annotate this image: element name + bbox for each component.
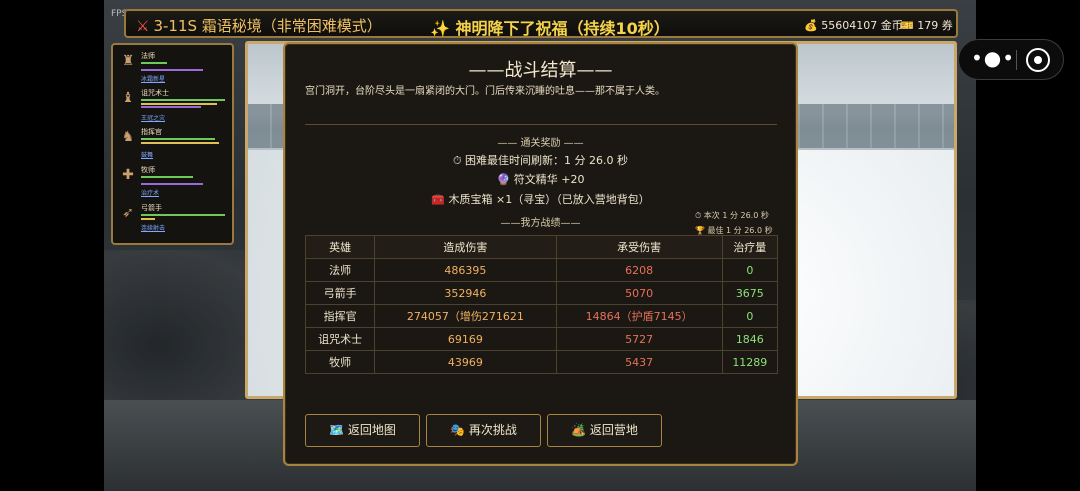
- gold-counter: 💰 55604107 金币: [804, 17, 903, 33]
- hp-bar: [141, 176, 193, 178]
- mini-program-capsule: •●•: [958, 39, 1064, 80]
- top-status-bar: ⚔ 3-11S 霜语秘境（非常困难模式） ✨ 神明降下了祝福（持续10秒） 💰 5…: [124, 9, 958, 38]
- table-row: 弓箭手 352946 5070 3675: [304, 281, 779, 305]
- battle-result-dialog: ——战斗结算—— 宫门洞开，台阶尽头是一扇紧闭的大门。门后传来沉睡的吐息——那不…: [283, 42, 798, 466]
- best-time-record: ⏱ 困难最佳时间刷新：1 分 26.0 秒: [452, 154, 629, 167]
- healing: 11289: [721, 350, 779, 374]
- capsule-divider: [1016, 50, 1017, 70]
- party-member-warlock[interactable]: ♝ 诅咒术士 王冠之灾: [117, 86, 232, 122]
- blessing-banner: ✨ 神明降下了祝福（持续10秒）: [430, 19, 670, 38]
- healing: 0: [721, 258, 779, 282]
- rune-reward: 🔮 符文精华 +20: [496, 173, 585, 186]
- stage-name: 3-11S 霜语秘境（非常困难模式）: [153, 17, 382, 35]
- member-name: 牧师: [141, 166, 155, 174]
- battle-stats-table: 英雄 造成伤害 承受伤害 治疗量 法师 486395 6208 0 弓箭手 35…: [304, 235, 779, 374]
- damage-dealt: 274057（增伤271621: [374, 304, 557, 328]
- hero-name: 指挥官: [304, 304, 376, 328]
- member-skill: 鼓舞: [141, 152, 154, 159]
- damage-taken: 5727: [555, 327, 723, 351]
- divider: [305, 124, 777, 125]
- crossed-swords-icon: ⚔: [136, 17, 150, 35]
- member-skill: 治疗术: [141, 190, 160, 197]
- party-member-archer[interactable]: ➶ 弓箭手 连续射击: [117, 201, 232, 237]
- healing: 3675: [721, 281, 779, 305]
- letterbox-left: [0, 0, 104, 491]
- ticket-icon: 🎫: [900, 19, 914, 32]
- party-panel: ♜ 法师 冰霜新星 ♝ 诅咒术士 王冠之灾 ♞ 指挥官 鼓舞 ✚ 牧师 治疗术 …: [111, 43, 234, 245]
- damage-taken: 5070: [555, 281, 723, 305]
- shield-bar: [141, 218, 155, 220]
- party-member-mage[interactable]: ♜ 法师 冰霜新星: [117, 49, 232, 85]
- mana-bar: [141, 183, 203, 185]
- member-skill: 冰霜新星: [141, 76, 166, 83]
- dialog-description: 宫门洞开，台阶尽头是一扇紧闭的大门。门后传来沉睡的吐息——那不属于人类。: [305, 86, 665, 97]
- hero-name: 法师: [304, 258, 376, 282]
- damage-dealt: 486395: [374, 258, 557, 282]
- mage-icon: ♜: [121, 53, 135, 69]
- table-row: 指挥官 274057（增伤271621 14864（护盾7145） 0: [304, 304, 779, 328]
- mana-bar: [141, 106, 201, 108]
- damage-taken: 6208: [555, 258, 723, 282]
- party-member-commander[interactable]: ♞ 指挥官 鼓舞: [117, 125, 232, 161]
- this-run-time: ⏱ 本次 1 分 26.0 秒: [695, 211, 769, 220]
- col-damage-taken: 承受伤害: [555, 235, 723, 259]
- priest-icon: ✚: [122, 167, 134, 183]
- return-camp-button[interactable]: 🏕️ 返回营地: [547, 414, 662, 447]
- gold-amount: 55604107 金币: [821, 19, 903, 32]
- chest-reward: 🧰 木质宝箱 ×1（寻宝）（已放入营地背包）: [431, 193, 650, 206]
- dialog-title: ——战斗结算——: [468, 60, 613, 81]
- archer-icon: ➶: [122, 205, 134, 221]
- table-row: 诅咒术士 69169 5727 1846: [304, 327, 779, 351]
- member-name: 弓箭手: [141, 204, 162, 212]
- col-hero: 英雄: [304, 235, 376, 259]
- hero-name: 牧师: [304, 350, 376, 374]
- shield-bar: [141, 103, 217, 105]
- col-damage-dealt: 造成伤害: [374, 235, 557, 259]
- damage-dealt: 69169: [374, 327, 557, 351]
- hp-bar: [141, 62, 167, 64]
- retry-button[interactable]: 🎭 再次挑战: [426, 414, 541, 447]
- member-name: 诅咒术士: [141, 89, 169, 97]
- return-map-button[interactable]: 🗺️ 返回地图: [305, 414, 420, 447]
- damage-dealt: 352946: [374, 281, 557, 305]
- damage-taken: 14864（护盾7145）: [555, 304, 723, 328]
- ticket-amount: 179 券: [917, 19, 953, 32]
- close-mini-program-icon[interactable]: [1026, 48, 1050, 72]
- hero-name: 诅咒术士: [304, 327, 376, 351]
- col-healing: 治疗量: [721, 235, 779, 259]
- rewards-header: —— 通关奖励 ——: [497, 138, 584, 149]
- table-row: 法师 486395 6208 0: [304, 258, 779, 282]
- more-options-icon[interactable]: •●•: [971, 48, 1014, 72]
- healing: 1846: [721, 327, 779, 351]
- party-member-priest[interactable]: ✚ 牧师 治疗术: [117, 163, 232, 199]
- hero-name: 弓箭手: [304, 281, 376, 305]
- table-header-row: 英雄 造成伤害 承受伤害 治疗量: [304, 235, 779, 259]
- hp-bar: [141, 138, 215, 140]
- damage-dealt: 43969: [374, 350, 557, 374]
- healing: 0: [721, 304, 779, 328]
- coin-bag-icon: 💰: [804, 19, 818, 32]
- stage-title: ⚔ 3-11S 霜语秘境（非常困难模式）: [136, 15, 382, 36]
- hp-bar: [141, 214, 225, 216]
- ticket-counter: 🎫 179 券: [900, 17, 953, 33]
- hp-bar: [141, 99, 225, 101]
- table-row: 牧师 43969 5437 11289: [304, 350, 779, 374]
- commander-icon: ♞: [121, 129, 135, 145]
- warlock-icon: ♝: [121, 90, 135, 106]
- member-name: 指挥官: [141, 128, 162, 136]
- damage-taken: 5437: [555, 350, 723, 374]
- member-skill: 连续射击: [141, 225, 166, 232]
- mana-bar: [141, 69, 203, 71]
- shield-bar: [141, 142, 219, 144]
- member-skill: 王冠之灾: [141, 115, 166, 122]
- member-name: 法师: [141, 52, 155, 60]
